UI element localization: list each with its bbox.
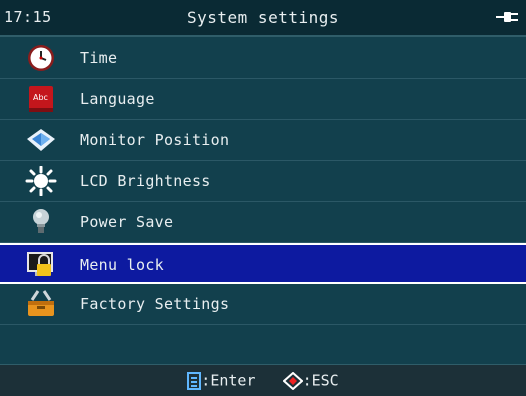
menu-item-label: Menu lock — [80, 256, 164, 274]
menu-item-label: Language — [80, 90, 155, 108]
menu-item-lcd-brightness[interactable]: LCD Brightness — [0, 161, 526, 202]
book-icon: Abc — [29, 86, 53, 112]
bulb-icon — [33, 209, 49, 233]
menu-item-factory-settings[interactable]: Factory Settings — [0, 284, 526, 325]
menu-item-time[interactable]: Time — [0, 38, 526, 79]
lock-monitor-icon — [27, 252, 53, 276]
svg-text:Abc: Abc — [33, 93, 48, 102]
esc-icon — [282, 371, 304, 390]
menu-item-language[interactable]: Abc Language — [0, 79, 526, 120]
enter-icon — [187, 371, 202, 390]
menu-item-monitor-position[interactable]: Monitor Position — [0, 120, 526, 161]
menu-item-label: LCD Brightness — [80, 172, 211, 190]
menu-item-power-save[interactable]: Power Save — [0, 202, 526, 243]
footer-hints: :Enter :ESC — [0, 371, 526, 390]
header-bar: 17:15 System settings — [0, 0, 526, 37]
plug-icon — [496, 12, 518, 22]
menu-item-label: Power Save — [80, 213, 174, 231]
toolbox-icon — [28, 290, 54, 316]
menu-item-label: Factory Settings — [80, 295, 230, 313]
clock-icon — [28, 45, 54, 71]
page-title: System settings — [187, 8, 339, 27]
menu-item-menu-lock[interactable]: Menu lock — [0, 243, 526, 284]
settings-menu: Time Abc Language Monitor Position LCD B… — [0, 38, 526, 325]
menu-item-label: Monitor Position — [80, 131, 230, 149]
monitor-position-icon — [27, 129, 55, 151]
footer-bar: :Enter :ESC — [0, 364, 526, 396]
sun-icon — [25, 166, 57, 196]
system-settings-screen: 17:15 System settings Time Abc Language … — [0, 0, 526, 396]
menu-item-label: Time — [80, 49, 118, 67]
esc-hint-label: :ESC — [302, 371, 339, 390]
enter-hint-label: :Enter — [201, 371, 256, 390]
